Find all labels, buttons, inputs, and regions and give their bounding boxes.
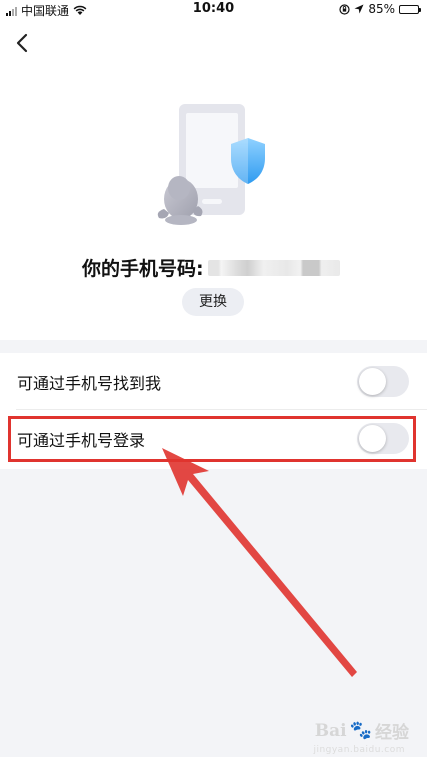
change-number-button[interactable]: 更换 [182, 288, 244, 316]
phone-shield-penguin-illustration [157, 104, 265, 225]
watermark-suffix: 经验 [375, 723, 409, 743]
setting-row-find-by-phone: 可通过手机号找到我 [0, 353, 427, 410]
back-button[interactable] [10, 30, 36, 56]
phone-number-title: 你的手机号码: [82, 258, 204, 280]
paw-icon: 🐾 [349, 720, 372, 741]
setting-label-find-by-phone: 可通过手机号找到我 [17, 374, 162, 393]
battery-percent: 85% [368, 2, 395, 16]
battery-icon [399, 4, 421, 14]
watermark-url: jingyan.baidu.com [313, 745, 405, 755]
location-icon [354, 4, 364, 14]
find-by-phone-toggle[interactable] [357, 366, 409, 397]
baidu-watermark: Bai 🐾 经验 [315, 718, 409, 743]
phone-info-panel: 你的手机号码: 更换 [0, 18, 427, 340]
toggle-knob [359, 368, 386, 395]
annotation-highlight-box [8, 416, 416, 462]
orientation-lock-icon [339, 3, 350, 15]
chevron-left-icon [16, 33, 28, 53]
masked-phone-number [207, 259, 340, 276]
watermark-brand: Bai [314, 720, 347, 741]
phone-number-row: 你的手机号码: [82, 254, 340, 281]
status-right: 85% [339, 2, 421, 16]
status-bar: 中国联通 10:40 85% [0, 0, 427, 18]
